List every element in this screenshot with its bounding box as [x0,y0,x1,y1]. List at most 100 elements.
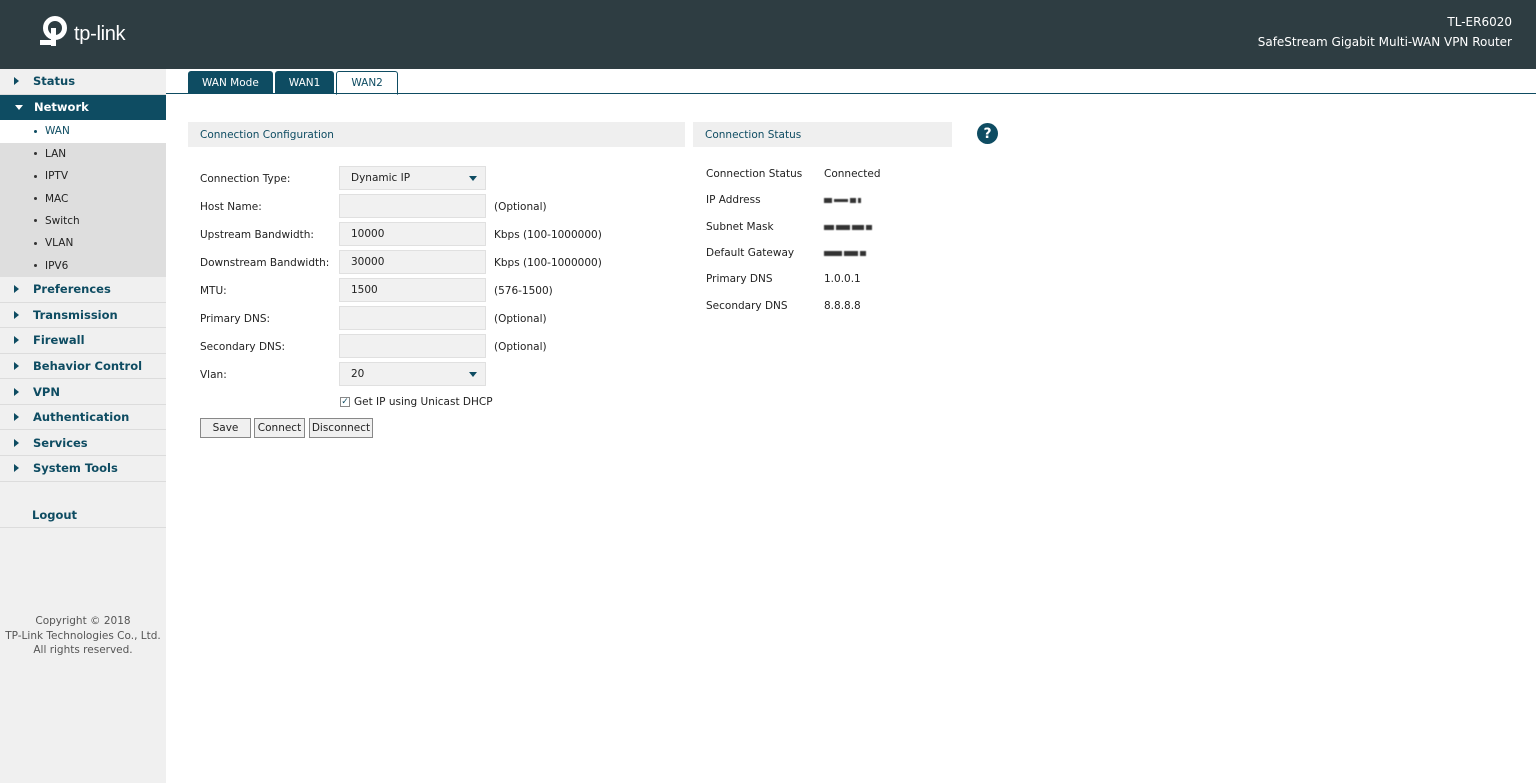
secondary-dns-value: 8.8.8.8 [824,300,861,312]
connection-type-label: Connection Type: [200,173,291,185]
submenu-label: Switch [45,214,80,227]
tp-link-logo: tp-link [38,16,126,50]
host-name-input[interactable] [339,194,486,218]
primary-dns-label: Primary DNS: [200,313,271,325]
unicast-dhcp-label: Get IP using Unicast DHCP [354,396,493,408]
tab-wan1[interactable]: WAN1 [274,71,335,94]
caret-right-icon [14,362,19,370]
host-name-hint: (Optional) [494,201,547,213]
sidebar-item-transmission[interactable]: Transmission [0,303,166,329]
bullet-icon [34,219,37,223]
save-button[interactable]: Save [200,418,251,438]
submenu-label: IPTV [45,170,69,183]
sidebar-item-firewall[interactable]: Firewall [0,328,166,354]
upstream-bandwidth-hint: Kbps (100-1000000) [494,229,602,241]
secondary-dns-input[interactable] [339,334,486,358]
caret-right-icon [14,464,19,473]
copyright: Copyright © 2018 TP-Link Technologies Co… [0,614,166,658]
connect-button[interactable]: Connect [254,418,305,438]
upstream-bandwidth-input[interactable]: 10000 [339,222,486,246]
copyright-line: All rights reserved. [33,644,133,656]
sidebar: Status Network WAN LAN IPTV MAC Switch V… [0,69,166,783]
submenu-item-iptv[interactable]: IPTV [0,165,166,187]
sidebar-item-label: VPN [33,384,60,399]
logout-link[interactable]: Logout [32,508,77,522]
connection-type-select[interactable]: Dynamic IP [339,166,486,190]
top-header: tp-link TL-ER6020 SafeStream Gigabit Mul… [0,0,1536,69]
sidebar-item-label: Preferences [33,282,111,297]
sidebar-item-authentication[interactable]: Authentication [0,405,166,431]
sidebar-item-label: Status [33,74,76,89]
disconnect-button[interactable]: Disconnect [309,418,373,438]
submenu-item-vlan[interactable]: VLAN [0,232,166,254]
ip-address-redacted [824,195,861,205]
section-title: Connection Status [705,128,802,141]
sidebar-item-services[interactable]: Services [0,430,166,457]
default-gateway-redacted [824,248,866,258]
secondary-dns-label: Secondary DNS: [200,341,286,353]
vlan-label: Vlan: [200,369,227,381]
help-icon[interactable]: ? [977,123,998,144]
status-label: Primary DNS [706,273,773,285]
mtu-input[interactable]: 1500 [339,278,486,302]
downstream-bandwidth-input[interactable]: 30000 [339,250,486,274]
tab-wan-mode[interactable]: WAN Mode [188,71,273,94]
product-subtitle: SafeStream Gigabit Multi-WAN VPN Router [1257,35,1512,49]
caret-right-icon [14,336,19,345]
mtu-label: MTU: [200,285,227,297]
primary-dns-hint: (Optional) [494,313,547,325]
sidebar-item-label: Network [34,100,89,115]
status-label: IP Address [706,194,761,206]
section-title: Connection Configuration [200,128,334,141]
submenu-item-ipv6[interactable]: IPV6 [0,255,166,277]
sidebar-item-behavior-control[interactable]: Behavior Control [0,354,166,380]
caret-right-icon [14,310,19,319]
sidebar-item-label: System Tools [33,461,118,476]
tab-bar: WAN Mode WAN1 WAN2 [188,71,400,95]
bullet-icon [34,174,37,178]
caret-down-icon [15,104,23,110]
caret-right-icon [14,387,19,396]
sidebar-item-label: Behavior Control [33,359,143,373]
sidebar-item-system-tools[interactable]: System Tools [0,456,166,482]
status-label: Default Gateway [706,247,795,259]
unicast-dhcp-checkbox[interactable]: ✓ [340,397,350,407]
bullet-icon [34,264,37,268]
network-submenu: WAN LAN IPTV MAC Switch VLAN IPV6 [0,120,166,277]
primary-dns-input[interactable] [339,306,486,330]
tab-wan2[interactable]: WAN2 [336,71,398,95]
vlan-select[interactable]: 20 [339,362,486,386]
sidebar-item-label: Services [33,435,88,450]
connection-status-value: Connected [824,168,881,180]
submenu-item-switch[interactable]: Switch [0,210,166,232]
sidebar-item-vpn[interactable]: VPN [0,379,166,405]
downstream-bandwidth-label: Downstream Bandwidth: [200,257,330,269]
sidebar-item-label: Transmission [33,307,118,322]
bullet-icon [34,152,37,156]
submenu-item-wan[interactable]: WAN [0,120,166,143]
model-name: TL-ER6020 [1447,15,1512,29]
tp-link-logo-icon [40,16,67,46]
sidebar-item-status[interactable]: Status [0,69,166,95]
caret-right-icon [14,438,19,447]
caret-right-icon [14,413,19,422]
tab-divider [166,93,1536,94]
caret-right-icon [14,285,19,294]
submenu-label: LAN [45,147,67,160]
submenu-label: VLAN [45,237,74,250]
host-name-label: Host Name: [200,201,262,213]
submenu-item-mac[interactable]: MAC [0,187,166,209]
bullet-icon [34,241,37,245]
caret-right-icon [14,77,19,86]
status-label: Subnet Mask [706,221,774,233]
subnet-mask-redacted [824,222,872,232]
sidebar-item-label: Authentication [33,410,130,425]
divider [0,527,166,528]
sidebar-item-preferences[interactable]: Preferences [0,277,166,303]
submenu-item-lan[interactable]: LAN [0,143,166,165]
select-value: Dynamic IP [351,172,411,184]
submenu-label: WAN [45,125,70,138]
copyright-line: TP-Link Technologies Co., Ltd. [5,629,161,642]
sidebar-item-network[interactable]: Network [0,94,166,121]
status-label: Connection Status [706,168,803,180]
